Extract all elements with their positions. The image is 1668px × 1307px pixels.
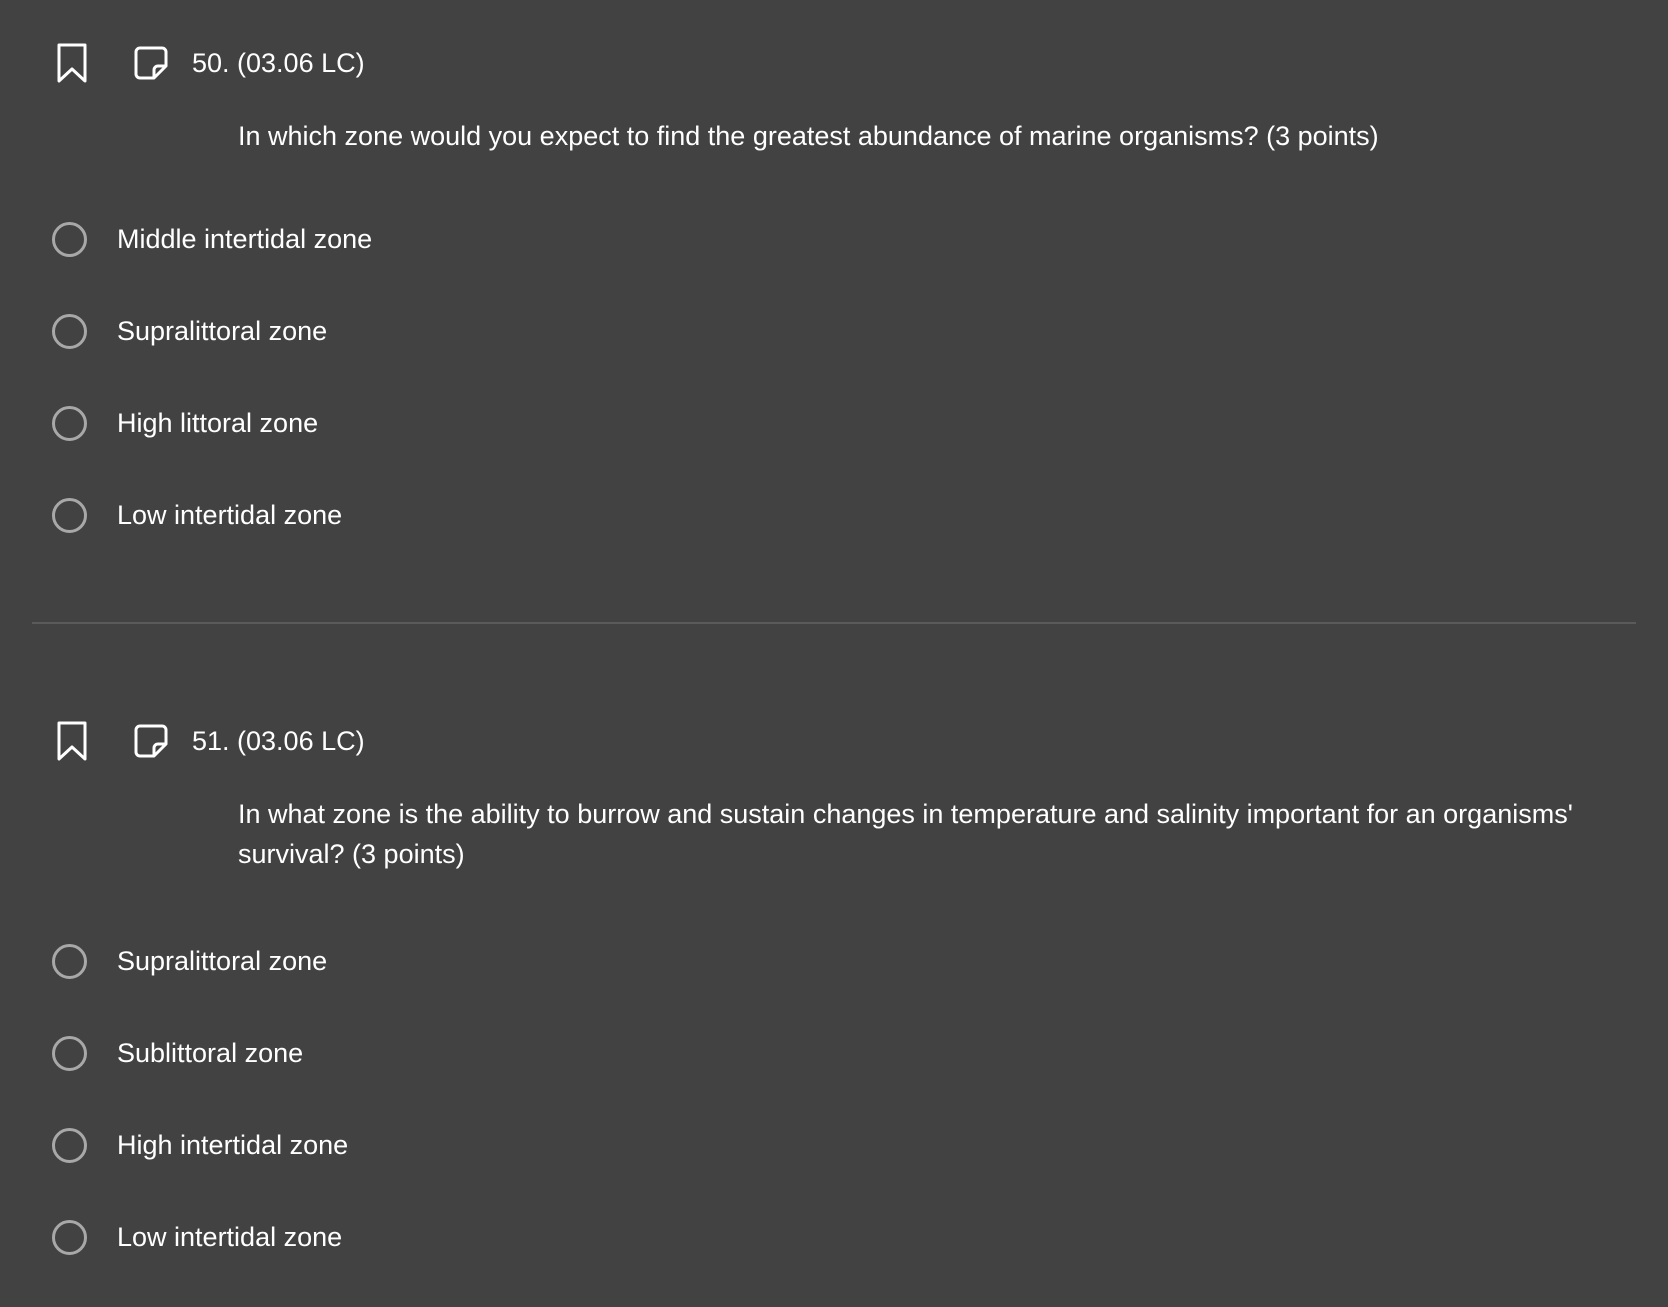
answer-option[interactable]: Low intertidal zone (52, 1216, 952, 1258)
note-icon[interactable] (134, 42, 168, 84)
question-divider (32, 622, 1636, 624)
question-header: 51. (03.06 LC) (56, 720, 365, 762)
option-label: Sublittoral zone (117, 1037, 304, 1068)
option-label: Supralittoral zone (117, 945, 328, 976)
note-icon[interactable] (134, 720, 168, 762)
bookmark-icon[interactable] (56, 720, 88, 762)
answer-option[interactable]: Supralittoral zone (52, 310, 952, 352)
radio-unchecked-icon[interactable] (52, 221, 87, 257)
answer-option[interactable]: High littoral zone (52, 402, 952, 444)
answer-option[interactable]: Middle intertidal zone (52, 218, 952, 260)
question-header: 50. (03.06 LC) (56, 42, 365, 84)
radio-unchecked-icon[interactable] (52, 1035, 87, 1071)
option-label: Supralittoral zone (117, 315, 328, 346)
answer-option[interactable]: Low intertidal zone (52, 494, 952, 536)
answer-option[interactable]: High intertidal zone (52, 1124, 952, 1166)
answer-options: Middle intertidal zone Supralittoral zon… (52, 218, 952, 536)
question-prompt: In which zone would you expect to find t… (238, 121, 1379, 151)
option-label: Low intertidal zone (117, 1221, 343, 1252)
answer-options: Supralittoral zone Sublittoral zone High… (52, 940, 952, 1258)
radio-unchecked-icon[interactable] (52, 405, 87, 441)
option-label: Low intertidal zone (117, 499, 343, 530)
answer-option[interactable]: Sublittoral zone (52, 1032, 952, 1074)
question-prompt: In what zone is the ability to burrow an… (238, 799, 1573, 869)
radio-unchecked-icon[interactable] (52, 313, 87, 349)
answer-option[interactable]: Supralittoral zone (52, 940, 952, 982)
radio-unchecked-icon[interactable] (52, 497, 87, 533)
question-number: 51. (03.06 LC) (192, 726, 365, 756)
option-label: Middle intertidal zone (117, 223, 373, 254)
option-label: High littoral zone (117, 407, 319, 438)
radio-unchecked-icon[interactable] (52, 1219, 87, 1255)
radio-unchecked-icon[interactable] (52, 943, 87, 979)
bookmark-icon[interactable] (56, 42, 88, 84)
radio-unchecked-icon[interactable] (52, 1127, 87, 1163)
question-number: 50. (03.06 LC) (192, 48, 365, 78)
option-label: High intertidal zone (117, 1129, 349, 1160)
